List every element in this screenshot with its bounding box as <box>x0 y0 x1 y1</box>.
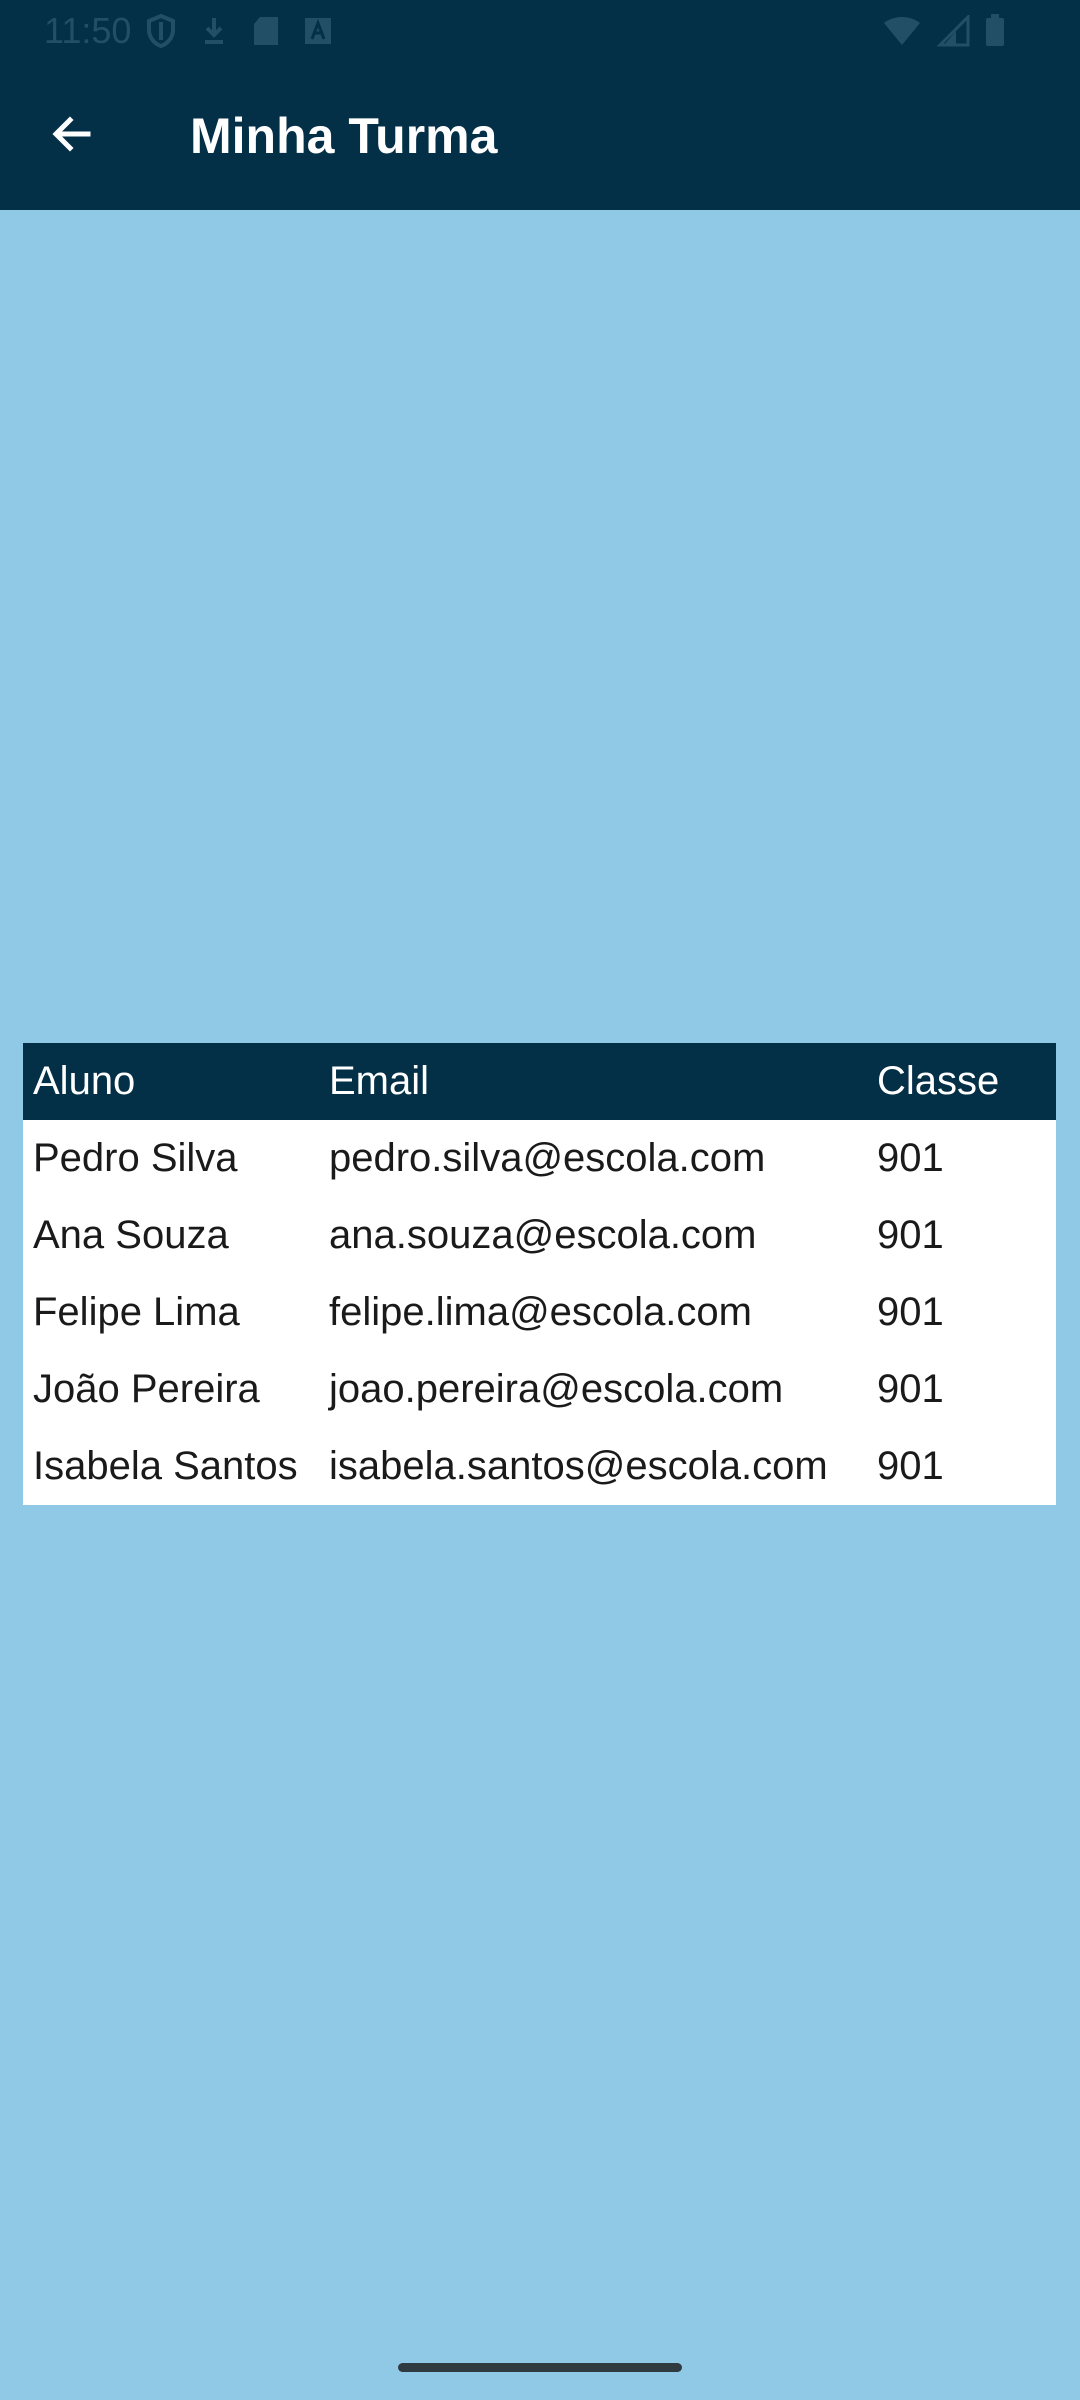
header-classe: Classe <box>877 1059 1000 1103</box>
cell-email: pedro.silva@escola.com <box>329 1136 766 1180</box>
cell-email: isabela.santos@escola.com <box>329 1444 828 1488</box>
signal-icon <box>936 13 970 52</box>
font-a-icon <box>304 17 332 50</box>
table-row: Ana Souza ana.souza@escola.com 901 <box>23 1197 1056 1274</box>
status-bar: 11:50 <box>0 0 1080 62</box>
cell-classe: 901 <box>877 1444 944 1488</box>
download-icon <box>200 16 228 51</box>
table-row: João Pereira joao.pereira@escola.com 901 <box>23 1351 1056 1428</box>
app-bar: Minha Turma <box>0 62 1080 210</box>
cell-classe: 901 <box>877 1213 944 1257</box>
shield-icon <box>146 13 176 53</box>
back-button[interactable] <box>34 98 110 174</box>
cell-classe: 901 <box>877 1290 944 1334</box>
arrow-back-icon <box>48 110 96 163</box>
page-title: Minha Turma <box>190 108 498 164</box>
header-aluno: Aluno <box>33 1059 136 1103</box>
table-row: Felipe Lima felipe.lima@escola.com 901 <box>23 1274 1056 1351</box>
cell-email: ana.souza@escola.com <box>329 1213 757 1257</box>
sd-card-icon <box>252 15 280 52</box>
cell-classe: 901 <box>877 1367 944 1411</box>
home-indicator[interactable] <box>398 2363 682 2372</box>
table-row: Pedro Silva pedro.silva@escola.com 901 <box>23 1120 1056 1197</box>
status-left-icons <box>146 13 332 53</box>
wifi-icon <box>882 15 922 52</box>
battery-icon <box>984 14 1006 53</box>
cell-aluno: Pedro Silva <box>33 1136 238 1180</box>
cell-aluno: Ana Souza <box>33 1213 229 1257</box>
status-time: 11:50 <box>44 10 132 51</box>
cell-aluno: Isabela Santos <box>33 1444 298 1488</box>
table-row: Isabela Santos isabela.santos@escola.com… <box>23 1428 1056 1505</box>
cell-aluno: Felipe Lima <box>33 1290 240 1334</box>
students-table: Aluno Email Classe Pedro Silva pedro.sil… <box>23 1043 1056 1505</box>
cell-email: joao.pereira@escola.com <box>329 1367 784 1411</box>
table-header-row: Aluno Email Classe <box>23 1043 1056 1120</box>
status-right-icons <box>882 13 1006 53</box>
cell-classe: 901 <box>877 1136 944 1180</box>
students-table-grid: Aluno Email Classe Pedro Silva pedro.sil… <box>23 1043 1056 1505</box>
header-email: Email <box>329 1059 430 1103</box>
cell-email: felipe.lima@escola.com <box>329 1290 752 1334</box>
cell-aluno: João Pereira <box>33 1367 260 1411</box>
